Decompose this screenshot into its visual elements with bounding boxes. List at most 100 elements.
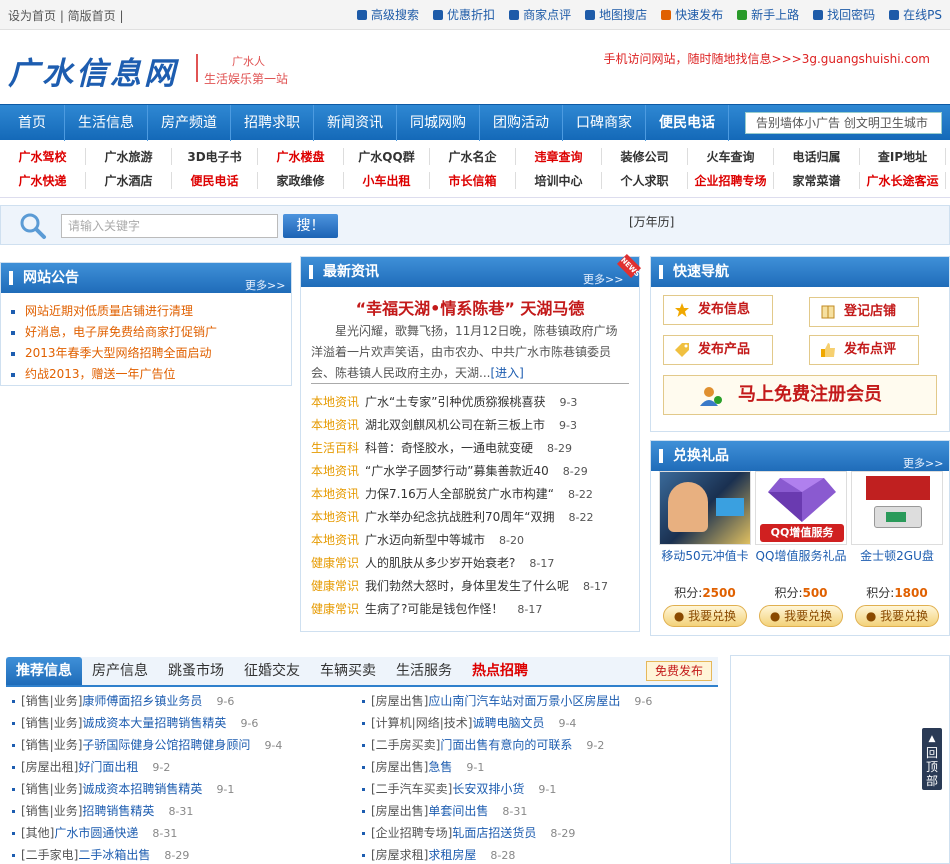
classified-category[interactable]: [计算机|网络|技术] — [371, 716, 472, 730]
nav-item[interactable]: 新闻资讯 — [314, 105, 397, 141]
classified-item[interactable]: [房屋出售]应山南门汽车站对面万景小区房屋出 9-6 — [362, 690, 712, 712]
news-category[interactable]: 本地资讯 — [311, 395, 359, 409]
classified-title[interactable]: 诚聘电脑文员 — [472, 716, 544, 730]
news-title[interactable]: 人的肌肤从多少岁开始衰老? — [365, 556, 515, 570]
classified-item[interactable]: [二手家电]二手冰箱出售 8-29 — [12, 844, 362, 864]
nav-item[interactable]: 便民电话 — [646, 105, 729, 141]
classified-item[interactable]: [其他]广水市圆通快递 8-31 — [12, 822, 362, 844]
notice-item[interactable]: 好消息，电子屏免费给商家打促销广 — [11, 322, 217, 343]
nav-item[interactable]: 首页 — [0, 105, 65, 141]
classifieds-tab[interactable]: 推荐信息 — [6, 657, 82, 685]
news-item[interactable]: 本地资讯 力保7.16万人全部脱贫广水市构建“ 8-22 — [311, 483, 633, 506]
news-title[interactable]: 湖北双剑麒风机公司在新三板上市 — [365, 418, 545, 432]
register-member-button[interactable]: 马上免费注册会员 — [663, 375, 937, 415]
news-category[interactable]: 本地资讯 — [311, 464, 359, 478]
classified-title[interactable]: 招聘销售精英 — [82, 804, 154, 818]
classified-item[interactable]: [房屋出售]急售 9-1 — [362, 756, 712, 778]
classifieds-tab[interactable]: 房产信息 — [82, 657, 158, 685]
nav-ad-box[interactable]: 告别墙体小广告 创文明卫生城市 — [745, 112, 942, 134]
top-link-7[interactable]: 在线PS — [889, 6, 942, 23]
classified-title[interactable]: 好门面出租 — [78, 760, 138, 774]
classified-title[interactable]: 广水市圆通快递 — [54, 826, 138, 840]
nav-item[interactable]: 招聘求职 — [231, 105, 314, 141]
news-category[interactable]: 生活百科 — [311, 441, 359, 455]
gift-image-usb-drive[interactable] — [851, 471, 943, 545]
classifieds-tab[interactable]: 车辆买卖 — [310, 657, 386, 685]
gift-name[interactable]: 移动50元冲值卡 — [659, 547, 751, 564]
news-item[interactable]: 本地资讯 广水举办纪念抗战胜利70周年“双拥 8-22 — [311, 506, 633, 529]
classified-title[interactable]: 应山南门汽车站对面万景小区房屋出 — [428, 694, 620, 708]
classified-title[interactable]: 二手冰箱出售 — [78, 848, 150, 862]
quick-link[interactable]: 查IP地址 — [860, 148, 946, 165]
classified-item[interactable]: [二手房买卖]门面出售有意向的可联系 9-2 — [362, 734, 712, 756]
news-item[interactable]: 本地资讯 广水迈向新型中等城市 8-20 — [311, 529, 633, 552]
classifieds-tab[interactable]: 征婚交友 — [234, 657, 310, 685]
quick-link[interactable]: 企业招聘专场 — [688, 172, 774, 189]
nav-item[interactable]: 同城网购 — [397, 105, 480, 141]
classified-title[interactable]: 门面出售有意向的可联系 — [440, 738, 572, 752]
classified-item[interactable]: [二手汽车买卖]长安双排小货 9-1 — [362, 778, 712, 800]
top-bar-left-links[interactable]: 设为首页 | 简版首页 | — [8, 7, 124, 24]
classified-item[interactable]: [销售|业务]子骄国际健身公馆招聘健身顾问 9-4 — [12, 734, 362, 756]
classified-category[interactable]: [销售|业务] — [21, 694, 82, 708]
notice-item[interactable]: 2013年春季大型网络招聘全面启动 — [11, 343, 217, 364]
top-link-1[interactable]: 优惠折扣 — [433, 6, 495, 23]
gift-name[interactable]: 金士顿2GU盘 — [851, 547, 943, 564]
classifieds-tab[interactable]: 生活服务 — [386, 657, 462, 685]
classified-item[interactable]: [销售|业务]诚成资本招聘销售精英 9-1 — [12, 778, 362, 800]
classified-title[interactable]: 子骄国际健身公馆招聘健身顾问 — [82, 738, 250, 752]
classified-category[interactable]: [二手房买卖] — [371, 738, 440, 752]
news-title[interactable]: “广水学子圆梦行动”募集善款近40 — [365, 464, 549, 478]
classified-title[interactable]: 急售 — [428, 760, 452, 774]
top-link-5[interactable]: 新手上路 — [737, 6, 799, 23]
quick-link[interactable]: 广水快递 — [0, 172, 86, 189]
quick-link[interactable]: 电话归属 — [774, 148, 860, 165]
news-item[interactable]: 本地资讯 “广水学子圆梦行动”募集善款近40 8-29 — [311, 460, 633, 483]
classified-category[interactable]: [房屋出售] — [371, 760, 428, 774]
back-to-top-button[interactable]: ▲ 回顶部 — [922, 728, 942, 790]
quick-link[interactable]: 广水长途客运 — [860, 172, 946, 189]
classified-title[interactable]: 诚成资本招聘销售精英 — [82, 782, 202, 796]
news-item[interactable]: 健康常识 我们勃然大怒时，身体里发生了什么呢 8-17 — [311, 575, 633, 598]
classified-item[interactable]: [房屋出售]单套间出售 8-31 — [362, 800, 712, 822]
notice-item[interactable]: 约战2013，赠送一年广告位 — [11, 364, 217, 385]
classified-category[interactable]: [企业招聘专场] — [371, 826, 452, 840]
nav-item[interactable]: 生活信息 — [65, 105, 148, 141]
publish-info-button[interactable]: 发布信息 — [663, 295, 773, 325]
quick-link[interactable]: 广水楼盘 — [258, 148, 344, 165]
news-category[interactable]: 本地资讯 — [311, 510, 359, 524]
news-category[interactable]: 健康常识 — [311, 556, 359, 570]
news-headline[interactable]: “幸福天湖•情系陈巷” 天湖马德 — [301, 295, 639, 319]
news-item[interactable]: 健康常识 人的肌肤从多少岁开始衰老? 8-17 — [311, 552, 633, 575]
classified-title[interactable]: 康师傅面招乡镇业务员 — [82, 694, 202, 708]
mobile-access-link[interactable]: 手机访问网站，随时随地找信息>>>3g.guangshuishi.com — [604, 50, 930, 67]
quick-link[interactable]: 广水名企 — [430, 148, 516, 165]
quick-link[interactable]: 便民电话 — [172, 172, 258, 189]
classified-title[interactable]: 轧面店招送货员 — [452, 826, 536, 840]
quick-link[interactable]: 违章查询 — [516, 148, 602, 165]
publish-product-button[interactable]: 发布产品 — [663, 335, 773, 365]
news-item[interactable]: 健康常识 生病了?可能是钱包作怪！ 8-17 — [311, 598, 633, 621]
news-category[interactable]: 本地资讯 — [311, 487, 359, 501]
news-item[interactable]: 生活百科 科普：奇怪胶水，一通电就变硬 8-29 — [311, 437, 633, 460]
top-link-3[interactable]: 地图搜店 — [585, 6, 647, 23]
top-link-2[interactable]: 商家点评 — [509, 6, 571, 23]
calendar-link[interactable]: [万年历] — [629, 213, 674, 230]
news-item[interactable]: 本地资讯 广水“土专家”引种优质猕猴桃喜获 9-3 — [311, 391, 633, 414]
classified-item[interactable]: [企业招聘专场]轧面店招送货员 8-29 — [362, 822, 712, 844]
gift-image-qq-service[interactable]: QQ增值服务 — [755, 471, 847, 545]
classifieds-tab[interactable]: 热点招聘 — [462, 657, 538, 685]
quick-link[interactable]: 家常菜谱 — [774, 172, 860, 189]
gift-image-mobile-card[interactable] — [659, 471, 751, 545]
site-logo[interactable]: 广水信息网 广水人 生活娱乐第一站 — [8, 48, 308, 98]
quick-link[interactable]: 3D电子书 — [172, 148, 258, 165]
search-button[interactable]: 搜！ — [283, 214, 338, 238]
classified-category[interactable]: [房屋出售] — [371, 804, 428, 818]
news-item[interactable]: 本地资讯 湖北双剑麒风机公司在新三板上市 9-3 — [311, 414, 633, 437]
top-link-4[interactable]: 快速发布 — [661, 6, 723, 23]
quick-link[interactable]: 广水旅游 — [86, 148, 172, 165]
redeem-button[interactable]: ● 我要兑换 — [855, 605, 939, 627]
gift-name[interactable]: QQ增值服务礼品 — [755, 547, 847, 564]
classified-title[interactable]: 单套间出售 — [428, 804, 488, 818]
news-title[interactable]: 广水“土专家”引种优质猕猴桃喜获 — [365, 395, 545, 409]
